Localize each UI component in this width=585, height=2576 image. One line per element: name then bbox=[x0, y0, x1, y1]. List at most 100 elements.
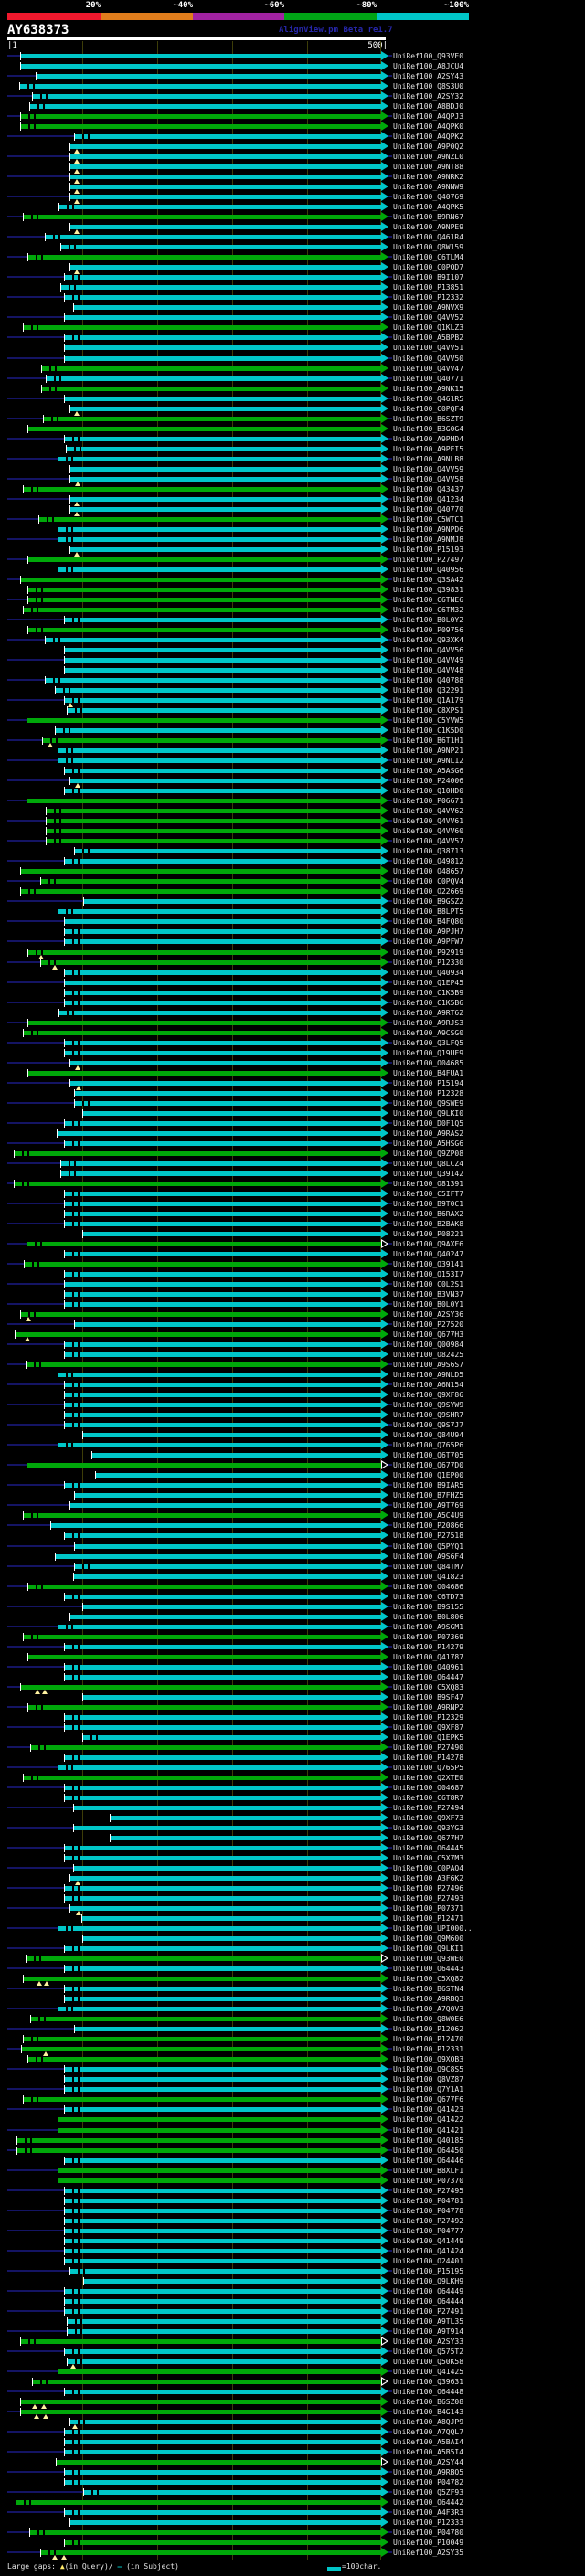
hit-label[interactable]: UniRef100_A9NNW9 bbox=[393, 183, 463, 191]
hit-bar[interactable] bbox=[39, 516, 381, 522]
hit-bar[interactable] bbox=[15, 1150, 381, 1156]
hit-label[interactable]: UniRef100_C0PQF4 bbox=[393, 405, 463, 413]
hit-bar[interactable] bbox=[65, 1856, 381, 1861]
hit-label[interactable]: UniRef100_Q39831 bbox=[393, 586, 463, 594]
hit-bar[interactable] bbox=[33, 94, 381, 100]
hit-bar[interactable] bbox=[65, 2298, 381, 2304]
hit-label[interactable]: UniRef100_Q40769 bbox=[393, 193, 463, 201]
hit-bar[interactable] bbox=[65, 698, 381, 704]
hit-bar[interactable] bbox=[84, 2278, 381, 2284]
hit-label[interactable]: UniRef100_A9NPD6 bbox=[393, 525, 463, 534]
hit-bar[interactable] bbox=[65, 1352, 381, 1358]
hit-bar[interactable] bbox=[65, 1946, 381, 1952]
hit-label[interactable]: UniRef100_Q41425 bbox=[393, 2368, 463, 2376]
hit-bar[interactable] bbox=[17, 2147, 381, 2153]
hit-label[interactable]: UniRef100_P27497 bbox=[393, 556, 463, 564]
hit-label[interactable]: UniRef100_B3VN37 bbox=[393, 1290, 463, 1299]
hit-label[interactable]: UniRef100_P15195 bbox=[393, 2267, 463, 2275]
hit-label[interactable]: UniRef100_P12470 bbox=[393, 2035, 463, 2043]
hit-label[interactable]: UniRef100_P27495 bbox=[393, 2187, 463, 2195]
hit-bar[interactable] bbox=[65, 396, 381, 401]
hit-bar[interactable] bbox=[75, 134, 381, 140]
hit-bar[interactable] bbox=[65, 1221, 381, 1226]
hit-bar[interactable] bbox=[67, 446, 381, 451]
hit-bar[interactable] bbox=[65, 2348, 381, 2354]
hit-label[interactable]: UniRef100_P20866 bbox=[393, 1521, 463, 1530]
hit-bar[interactable] bbox=[70, 406, 381, 411]
hit-bar[interactable] bbox=[74, 1574, 381, 1579]
hit-bar[interactable] bbox=[47, 839, 381, 844]
hit-bar[interactable] bbox=[83, 1231, 381, 1236]
hit-label[interactable]: UniRef100_Q5PYQ1 bbox=[393, 1542, 463, 1551]
hit-label[interactable]: UniRef100_Q4VV60 bbox=[393, 827, 463, 835]
hit-bar[interactable] bbox=[70, 1503, 381, 1509]
hit-label[interactable]: UniRef100_Q93WE0 bbox=[393, 1955, 463, 1963]
hit-label[interactable]: UniRef100_A9TL35 bbox=[393, 2317, 463, 2326]
hit-label[interactable]: UniRef100_C5YVW5 bbox=[393, 716, 463, 725]
hit-bar[interactable] bbox=[16, 2500, 381, 2506]
hit-bar[interactable] bbox=[47, 829, 381, 834]
hit-label[interactable]: UniRef100_Q43437 bbox=[393, 485, 463, 493]
hit-bar[interactable] bbox=[28, 1704, 381, 1710]
hit-bar[interactable] bbox=[65, 1040, 381, 1045]
hit-label[interactable]: UniRef100_A5HSG6 bbox=[393, 1140, 463, 1148]
hit-bar[interactable] bbox=[27, 1463, 381, 1468]
hit-label[interactable]: UniRef100_UPI000.. bbox=[393, 1924, 473, 1933]
hit-label[interactable]: UniRef100_P12333 bbox=[393, 2518, 463, 2527]
hit-bar[interactable] bbox=[58, 567, 381, 572]
hit-bar[interactable] bbox=[30, 104, 381, 110]
hit-label[interactable]: UniRef100_Q39142 bbox=[393, 1170, 463, 1178]
hit-bar[interactable] bbox=[58, 536, 381, 542]
hit-bar[interactable] bbox=[58, 1926, 381, 1932]
hit-bar[interactable] bbox=[82, 1916, 381, 1922]
hit-bar[interactable] bbox=[65, 1664, 381, 1670]
hit-label[interactable]: UniRef100_C0PQD7 bbox=[393, 263, 463, 271]
hit-label[interactable]: UniRef100_A9PJH7 bbox=[393, 928, 463, 936]
hit-label[interactable]: UniRef100_Q4VV56 bbox=[393, 646, 463, 654]
hit-label[interactable]: UniRef100_A4QPK2 bbox=[393, 133, 463, 141]
hit-label[interactable]: UniRef100_P08221 bbox=[393, 1230, 463, 1238]
hit-bar[interactable] bbox=[65, 2077, 381, 2083]
hit-bar[interactable] bbox=[24, 2097, 381, 2103]
hit-bar[interactable] bbox=[75, 1100, 381, 1106]
hit-label[interactable]: UniRef100_B9IAR5 bbox=[393, 1481, 463, 1489]
hit-label[interactable]: UniRef100_P27492 bbox=[393, 2217, 463, 2225]
hit-bar[interactable] bbox=[46, 235, 381, 240]
hit-bar[interactable] bbox=[28, 1070, 381, 1076]
hit-label[interactable]: UniRef100_Q9SWE9 bbox=[393, 1099, 463, 1108]
hit-label[interactable]: UniRef100_Q40956 bbox=[393, 566, 463, 574]
hit-label[interactable]: UniRef100_Q575T2 bbox=[393, 2348, 463, 2356]
hit-label[interactable]: UniRef100_O64443 bbox=[393, 1965, 463, 1973]
hit-label[interactable]: UniRef100_O64449 bbox=[393, 2287, 463, 2295]
hit-bar[interactable] bbox=[58, 1373, 381, 1378]
hit-label[interactable]: UniRef100_Q9XF86 bbox=[393, 1391, 463, 1399]
hit-bar[interactable] bbox=[28, 2057, 381, 2062]
hit-label[interactable]: UniRef100_C5WTC1 bbox=[393, 515, 463, 524]
hit-bar[interactable] bbox=[28, 1654, 381, 1659]
hit-label[interactable]: UniRef100_P07370 bbox=[393, 2177, 463, 2185]
hit-label[interactable]: UniRef100_A9PFW7 bbox=[393, 938, 463, 946]
hit-label[interactable]: UniRef100_P27491 bbox=[393, 2307, 463, 2316]
hit-label[interactable]: UniRef100_Q41421 bbox=[393, 2126, 463, 2135]
hit-label[interactable]: UniRef100_A6N154 bbox=[393, 1381, 463, 1389]
hit-bar[interactable] bbox=[70, 546, 381, 552]
hit-label[interactable]: UniRef100_P24006 bbox=[393, 777, 463, 785]
hit-bar[interactable] bbox=[65, 2208, 381, 2213]
hit-bar[interactable] bbox=[65, 2288, 381, 2294]
hit-label[interactable]: UniRef100_A4QPJ3 bbox=[393, 112, 463, 121]
hit-label[interactable]: UniRef100_Q41423 bbox=[393, 2105, 463, 2114]
hit-bar[interactable] bbox=[65, 1674, 381, 1680]
hit-bar[interactable] bbox=[65, 1785, 381, 1790]
hit-bar[interactable] bbox=[58, 2127, 381, 2133]
hit-bar[interactable] bbox=[31, 2017, 381, 2022]
hit-bar[interactable] bbox=[70, 164, 381, 170]
hit-bar[interactable] bbox=[58, 1624, 381, 1629]
hit-label[interactable]: UniRef100_C0PAQ4 bbox=[393, 1864, 463, 1872]
hit-bar[interactable] bbox=[65, 1714, 381, 1720]
hit-bar[interactable] bbox=[70, 2520, 381, 2526]
hit-label[interactable]: UniRef100_Q40961 bbox=[393, 1663, 463, 1671]
hit-bar[interactable] bbox=[70, 496, 381, 502]
hit-bar[interactable] bbox=[61, 285, 381, 291]
hit-bar[interactable] bbox=[70, 175, 381, 180]
hit-bar[interactable] bbox=[61, 1161, 381, 1166]
